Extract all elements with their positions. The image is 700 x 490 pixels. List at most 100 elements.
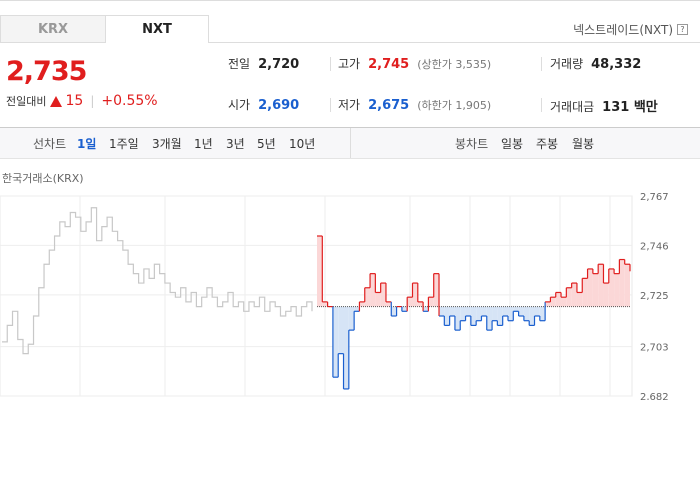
nxt-area-fill bbox=[322, 301, 328, 307]
period-divider bbox=[350, 128, 351, 158]
nxt-area-fill bbox=[539, 306, 546, 321]
period-1w[interactable]: 1주일 bbox=[109, 135, 139, 152]
stat-value: 2,675 bbox=[368, 98, 410, 113]
y-tick-label: 2,682 bbox=[640, 392, 669, 400]
nxt-area-fill bbox=[582, 278, 588, 307]
nxt-area-fill bbox=[523, 306, 530, 321]
stat-prev-close: 전일 2,720 bbox=[228, 55, 299, 72]
nxt-area-fill bbox=[444, 306, 450, 326]
period-weekly[interactable]: 주봉 bbox=[536, 135, 558, 152]
nxt-area-fill bbox=[603, 283, 609, 307]
price-change: 전일대비 15 | +0.55% bbox=[6, 93, 158, 109]
help-icon[interactable]: ? bbox=[677, 24, 688, 35]
nxt-area-fill bbox=[571, 283, 577, 307]
change-value: 15 bbox=[65, 93, 84, 109]
stat-value: 48,332 bbox=[591, 57, 642, 72]
period-3m[interactable]: 3개월 bbox=[152, 135, 182, 152]
nxt-area-fill bbox=[566, 287, 572, 307]
y-tick-label: 2,703 bbox=[640, 343, 669, 354]
period-5y[interactable]: 5년 bbox=[257, 135, 276, 152]
market-tabs: KRX NXT 넥스트레이드(NXT) ? bbox=[0, 0, 700, 43]
nxt-area-fill bbox=[423, 306, 429, 312]
nxt-area-fill bbox=[354, 306, 360, 312]
stat-divider bbox=[541, 98, 542, 112]
upper-limit: (상한가 3,535) bbox=[417, 58, 492, 71]
price-summary: 2,735 전일대비 15 | +0.55% 전일 2,720 고가 2,745… bbox=[0, 43, 700, 128]
nxt-area-fill bbox=[497, 306, 503, 326]
current-price: 2,735 bbox=[6, 56, 87, 87]
nxt-area-fill bbox=[513, 306, 519, 312]
nxt-area-fill bbox=[343, 306, 349, 389]
nxt-area-fill bbox=[385, 301, 392, 307]
nxt-area-fill bbox=[428, 297, 434, 307]
candle-chart-label: 봉차트 bbox=[455, 137, 489, 151]
nxt-area-fill bbox=[619, 259, 625, 307]
nxt-area-fill bbox=[433, 273, 440, 307]
nxt-area-fill bbox=[370, 273, 376, 307]
nxt-area-fill bbox=[332, 306, 339, 378]
nxt-area-fill bbox=[587, 268, 593, 307]
nxt-area-fill bbox=[449, 306, 455, 316]
nxt-area-fill bbox=[614, 273, 620, 307]
y-tick-label: 2,725 bbox=[640, 291, 669, 302]
nxt-area-fill bbox=[401, 306, 408, 312]
nxt-area-fill bbox=[439, 306, 445, 316]
y-tick-label: 2,746 bbox=[640, 241, 669, 252]
tab-krx[interactable]: KRX bbox=[0, 15, 106, 43]
nxt-area-fill bbox=[380, 283, 386, 307]
change-label: 전일대비 bbox=[6, 95, 47, 108]
nxt-area-fill bbox=[364, 287, 371, 307]
nxt-area-fill bbox=[561, 297, 567, 307]
period-1d[interactable]: 1일 bbox=[77, 135, 96, 152]
stat-value: 2,745 bbox=[368, 57, 410, 72]
period-3y[interactable]: 3년 bbox=[226, 135, 245, 152]
nxt-area-fill bbox=[407, 297, 413, 307]
stat-volume: 거래량 48,332 bbox=[550, 55, 641, 72]
stat-amount: 거래대금 131 백만 bbox=[550, 96, 658, 115]
stat-high: 고가 2,745 (상한가 3,535) bbox=[338, 55, 491, 72]
stat-label: 고가 bbox=[338, 57, 361, 71]
stat-value: 2,720 bbox=[258, 57, 300, 72]
stat-label: 거래량 bbox=[550, 57, 584, 71]
chart-frame bbox=[0, 195, 633, 397]
nxt-area-fill bbox=[608, 268, 615, 307]
nxt-area-fill bbox=[481, 306, 487, 316]
change-percent: +0.55% bbox=[101, 93, 158, 109]
nxt-area-fill bbox=[317, 236, 323, 307]
amount-value: 131 bbox=[602, 100, 630, 115]
nxt-area-fill bbox=[470, 306, 477, 326]
change-separator: | bbox=[90, 94, 95, 108]
nxt-area-fill bbox=[550, 297, 556, 307]
nxt-area-fill bbox=[417, 301, 424, 307]
stat-label: 전일 bbox=[228, 57, 251, 71]
exchange-label: 넥스트레이드(NXT) bbox=[573, 23, 673, 37]
lower-limit: (하한가 1,905) bbox=[417, 99, 492, 112]
nxt-area-fill bbox=[592, 273, 599, 307]
nxt-area-fill bbox=[375, 292, 381, 307]
period-10y[interactable]: 10년 bbox=[289, 135, 315, 152]
stat-divider bbox=[541, 57, 542, 71]
stat-divider bbox=[330, 98, 331, 112]
period-monthly[interactable]: 월봉 bbox=[572, 135, 594, 152]
nxt-area-fill bbox=[460, 306, 466, 321]
nxt-area-fill bbox=[359, 301, 365, 307]
stat-open: 시가 2,690 bbox=[228, 96, 299, 113]
period-selector: 선차트 1일 1주일 3개월 1년 3년 5년 10년 봉차트 일봉 주봉 월봉 bbox=[0, 128, 700, 159]
up-arrow-icon bbox=[50, 95, 63, 107]
y-tick-label: 2,767 bbox=[640, 192, 669, 203]
nxt-area-fill bbox=[476, 306, 482, 321]
nxt-area-fill bbox=[507, 306, 514, 321]
nxt-area-fill bbox=[555, 292, 562, 307]
price-chart: 2,767 2,746 2,725 2,703 2,682 bbox=[0, 192, 669, 400]
nxt-area-fill bbox=[492, 306, 498, 321]
stat-value: 131 백만 bbox=[602, 96, 658, 115]
stat-label: 시가 bbox=[228, 98, 251, 112]
nxt-area-fill bbox=[534, 306, 540, 316]
period-daily[interactable]: 일봉 bbox=[501, 135, 523, 152]
nxt-area-fill bbox=[545, 301, 551, 307]
period-1y[interactable]: 1년 bbox=[194, 135, 213, 152]
stat-low: 저가 2,675 (하한가 1,905) bbox=[338, 96, 491, 113]
nxt-area-fill bbox=[598, 264, 604, 307]
stat-label: 저가 bbox=[338, 98, 361, 112]
tab-nxt[interactable]: NXT bbox=[105, 15, 209, 43]
